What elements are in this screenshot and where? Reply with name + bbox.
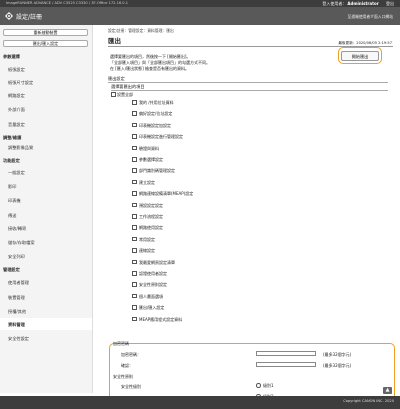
export-item-label: 部門識別碼管理設定: [139, 168, 175, 174]
sidebar-item-paper-size[interactable]: 紙張尺寸設定: [8, 80, 33, 86]
gear-icon: [5, 12, 13, 20]
export-item-label: 我最愛網頁設定清單: [139, 259, 175, 265]
back-to-top-button[interactable]: ▲: [383, 387, 392, 394]
sidebar-item-license[interactable]: 授權/其他: [8, 309, 26, 315]
export-item-label: 匯出/匯入設定: [139, 305, 165, 311]
footer: ▲ Copyright CANON INC. 2020: [0, 387, 400, 409]
sidebar-item-external[interactable]: 外部介面: [8, 107, 25, 113]
title-bar: 設定/註冊 至遠端使用者介面入口網站: [0, 7, 400, 25]
export-item-checkbox[interactable]: [132, 282, 137, 287]
export-item-checkbox[interactable]: [132, 259, 137, 265]
export-item-label: 連線設定: [139, 248, 155, 254]
export-item-label: 安全性原則設定: [139, 282, 167, 288]
export-item-checkbox[interactable]: [132, 157, 137, 162]
restart-device-button[interactable]: 重新啟動裝置: [3, 29, 88, 36]
security-level-label: 安全性級別: [121, 384, 141, 389]
export-item-checkbox[interactable]: [132, 100, 137, 105]
export-settings-heading: 匯出設定: [108, 76, 388, 83]
sidebar-item-store-files[interactable]: 儲存/存取檔案: [8, 240, 35, 246]
export-item-checkbox[interactable]: [132, 248, 137, 253]
description-line: 在 [匯入/匯出狀態] 檢查是否有匯出的資料。: [110, 66, 190, 71]
export-item-label: 驗證與資料: [139, 145, 159, 151]
sidebar-section-management: 管理設定: [3, 267, 20, 272]
encrypt-password-input[interactable]: [256, 351, 316, 356]
sidebar-item-send[interactable]: 傳送: [8, 213, 16, 219]
sidebar-item-image-quality[interactable]: 調整影像品質: [8, 145, 33, 151]
sidebar-item-printer[interactable]: 印表機: [8, 198, 21, 204]
max-chars-note: (最多32個字元): [323, 363, 352, 368]
export-item-label: MEAP應用程式設定資料: [139, 316, 183, 322]
export-item-label: 偏好設定/位址設定: [139, 111, 173, 117]
copyright: Copyright CANON INC. 2020: [343, 399, 394, 403]
export-item-label: 常用設定: [139, 236, 155, 242]
login-user-label: 登入使用者：: [322, 1, 347, 7]
sidebar-item-volume[interactable]: 音量設定: [8, 122, 25, 128]
export-item-label: 印表機設定加設定: [139, 122, 171, 128]
export-item-checkbox[interactable]: [132, 122, 137, 128]
export-item-checkbox[interactable]: [132, 316, 137, 322]
sidebar-item-network[interactable]: 網路設定: [8, 93, 25, 99]
export-item-checkbox[interactable]: [132, 111, 137, 116]
sidebar-item-users[interactable]: 使用者管理: [8, 280, 29, 286]
sidebar: 重新啟動裝置 匯出/匯入設定 參數選擇 紙張設定 紙張尺寸設定 網路設定 外部介…: [0, 25, 93, 393]
export-item-label: 參數選擇設定: [139, 157, 163, 162]
portal-link[interactable]: 至遠端使用者介面入口網站: [347, 14, 393, 20]
level1-radio[interactable]: [256, 383, 261, 388]
export-item-checkbox[interactable]: [132, 305, 137, 310]
export-item-checkbox[interactable]: [132, 145, 137, 151]
export-item-checkbox[interactable]: [132, 134, 137, 139]
export-item-checkbox[interactable]: [132, 225, 137, 230]
export-item-checkbox[interactable]: [132, 202, 137, 208]
sidebar-item-data-management[interactable]: 資料管理: [8, 322, 25, 328]
select-all-checkbox[interactable]: [111, 92, 116, 97]
sidebar-section-preferences: 參數選擇: [3, 54, 20, 59]
confirm-password-label: 確認：: [121, 363, 133, 368]
export-item-checkbox[interactable]: [132, 191, 137, 196]
export-item-checkbox[interactable]: [132, 293, 137, 299]
user-name: Administrator: [347, 1, 379, 7]
export-item-checkbox[interactable]: [132, 168, 137, 173]
confirm-password-input[interactable]: [256, 362, 316, 367]
sidebar-item-general[interactable]: 一般設定: [8, 170, 25, 176]
level1-label: 級別1: [263, 383, 274, 388]
max-chars-note: (最多32個字元): [323, 352, 352, 357]
last-updated: 最後更新：2020/06/05 2:19:57: [338, 41, 392, 45]
top-bar: ImageRUNNER ADVANCE / ADV C3525 C3330 / …: [0, 0, 400, 7]
export-item-label: 認證使用者設定: [139, 271, 167, 276]
breadcrumb: 設定/註冊：管理設定：資料管理：匯出: [108, 28, 174, 33]
export-item-label: 印表機設定進行管理設定: [139, 134, 183, 140]
page-header-title: 設定/註冊: [16, 14, 43, 21]
sidebar-item-copy[interactable]: 影印: [8, 184, 16, 190]
sidebar-item-receive[interactable]: 接收/轉寄: [8, 226, 26, 232]
export-item-label: 網路連線設備清單(MEAP)設定: [139, 191, 194, 197]
security-section-heading: 安全性原則: [113, 374, 133, 379]
export-item-label: 建立設定: [139, 179, 155, 185]
export-item-label: 預設設定設定: [139, 202, 163, 208]
sidebar-section-maintenance: 調整/維護: [3, 135, 22, 140]
export-item-checkbox[interactable]: [132, 271, 137, 276]
export-item-label: 工作流程設定: [139, 214, 163, 219]
export-item-checkbox[interactable]: [132, 179, 137, 185]
export-item-label: 我的 /共用位址資料: [139, 100, 174, 105]
start-export-button[interactable]: 開始匯出: [341, 51, 379, 61]
export-item-label: 個人畫面選項: [139, 293, 163, 299]
encrypt-password-label: 加密密碼：: [121, 352, 141, 357]
select-all-label: 設置全部: [117, 92, 133, 97]
password-highlight: [109, 343, 395, 402]
sidebar-item-device[interactable]: 裝置管理: [8, 295, 25, 301]
device-address: ImageRUNNER ADVANCE / ADV C3525 C3330 / …: [6, 1, 129, 6]
export-item-label: 網路使用設定: [139, 225, 163, 231]
export-import-button[interactable]: 匯出/匯入設定: [3, 40, 88, 47]
sidebar-item-security[interactable]: 安全性設定: [8, 336, 29, 342]
export-item-checkbox[interactable]: [132, 214, 137, 219]
logout-link[interactable]: 登出: [386, 1, 394, 6]
sidebar-item-secure-print[interactable]: 安全列印: [8, 254, 25, 260]
sidebar-item-paper[interactable]: 紙張設定: [8, 67, 25, 73]
password-section-heading: 加密密碼: [113, 341, 129, 346]
sidebar-section-functions: 功能設定: [3, 158, 20, 163]
main-content: 設定/註冊：管理設定：資料管理：匯出 匯出 最後更新：2020/06/05 2:…: [97, 25, 395, 402]
export-item-checkbox[interactable]: [132, 236, 137, 242]
select-items-heading: 選擇要匯出的項目: [111, 84, 388, 91]
